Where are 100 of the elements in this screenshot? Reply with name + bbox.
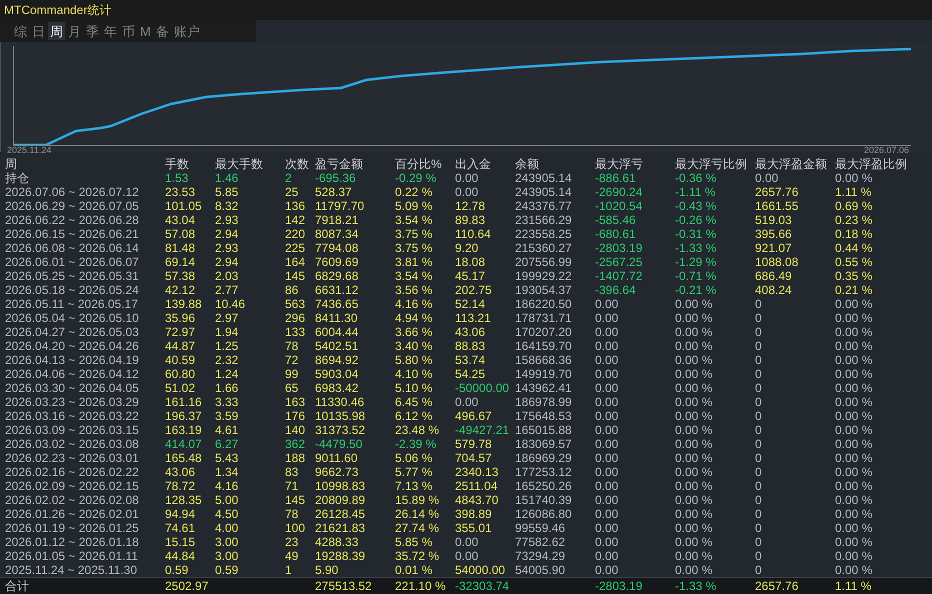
table-cell: 0.00 [595, 410, 618, 422]
table-cell: 0 [755, 522, 762, 534]
table-cell: 15.15 [165, 536, 196, 548]
table-cell: 5402.51 [315, 340, 358, 352]
view-tab[interactable]: 综 [12, 22, 29, 40]
table-cell: 4.61 [215, 424, 238, 436]
table-cell: -0.31 % [675, 228, 716, 240]
table-cell: 99 [285, 368, 298, 380]
table-cell: 704.57 [455, 452, 492, 464]
table-cell: 65 [285, 382, 298, 394]
table-cell: 31373.52 [315, 424, 366, 436]
table-cell: -4479.50 [315, 438, 362, 450]
table-cell: 1.53 [165, 172, 188, 184]
table-cell: 44.87 [165, 340, 196, 352]
table-cell: 2026.06.01 ~ 2026.06.07 [5, 256, 139, 268]
table-cell: 15.89 % [395, 494, 440, 506]
table-cell: 4.16 % [395, 298, 432, 310]
table-cell: 0.59 [165, 564, 188, 576]
table-cell: 0 [755, 312, 762, 324]
table-cell: 165250.26 [515, 480, 572, 492]
table-cell: 72.97 [165, 326, 196, 338]
view-tab[interactable]: 月 [66, 22, 83, 40]
table-cell: 0.00 [755, 172, 778, 184]
view-tab[interactable]: 日 [30, 22, 47, 40]
table-cell: 18.08 [455, 256, 486, 268]
table-cell: -1020.54 [595, 200, 642, 212]
table-cell: 164159.70 [515, 340, 572, 352]
table-cell: -0.43 % [675, 200, 716, 212]
table-cell: 0.00 [455, 186, 478, 198]
table-cell: 143962.41 [515, 382, 572, 394]
table-cell: 0.35 % [835, 270, 872, 282]
table-cell: 25 [285, 186, 298, 198]
table-cell: 2657.76 [755, 580, 798, 592]
table-cell: 53.74 [455, 354, 486, 366]
table-cell: 0.00 [595, 550, 618, 562]
table-cell: 2.97 [215, 312, 238, 324]
table-cell: 0.00 % [835, 550, 872, 562]
table-cell: 101.05 [165, 200, 202, 212]
view-tab[interactable]: 币 [120, 22, 137, 40]
table-cell: 0.00 % [835, 424, 872, 436]
table-cell: 0 [755, 368, 762, 380]
table-cell: 6983.42 [315, 382, 358, 394]
table-cell: 3.59 [215, 410, 238, 422]
table-cell: 8087.34 [315, 228, 358, 240]
table-cell: 1.11 % [835, 186, 872, 198]
table-cell: 2026.06.15 ~ 2026.06.21 [5, 228, 139, 240]
table-cell: 0.00 [595, 466, 618, 478]
table-cell: 0 [755, 382, 762, 394]
view-tab[interactable]: 账户 [172, 22, 202, 40]
table-cell: 151740.39 [515, 494, 572, 506]
table-cell: 1088.08 [755, 256, 798, 268]
table-cell: -2803.19 [595, 580, 642, 592]
table-cell: 7918.21 [315, 214, 358, 226]
table-cell: 202.75 [455, 284, 492, 296]
table-cell: 0.00 [595, 354, 618, 366]
table-cell: 0 [755, 354, 762, 366]
table-cell: 178731.71 [515, 312, 572, 324]
table-cell: 74.61 [165, 522, 196, 534]
table-cell: 0 [755, 452, 762, 464]
table-cell: 496.67 [455, 410, 492, 422]
table-cell: 2 [285, 172, 292, 184]
table-cell: 0 [755, 480, 762, 492]
table-cell: 26128.45 [315, 508, 366, 520]
table-cell: 0.00 % [835, 438, 872, 450]
table-cell: 0.00 % [675, 550, 712, 562]
table-cell: 77582.62 [515, 536, 566, 548]
table-cell: 0.00 % [835, 466, 872, 478]
table-cell: 215360.27 [515, 242, 572, 254]
view-tab[interactable]: 周 [48, 22, 65, 40]
table-cell: 2657.76 [755, 186, 798, 198]
table-cell: 5.85 % [395, 536, 432, 548]
table-cell: 6.45 % [395, 396, 432, 408]
table-cell: 4.10 % [395, 368, 432, 380]
table-cell: 4288.33 [315, 536, 358, 548]
view-tab[interactable]: M [138, 22, 153, 40]
view-tab[interactable]: 年 [102, 22, 119, 40]
table-cell: 4.94 % [395, 312, 432, 324]
table-cell: 0.00 [595, 298, 618, 310]
table-cell: 35.72 % [395, 550, 440, 562]
table-cell: 0.00 % [675, 452, 712, 464]
table-cell: -585.46 [595, 214, 636, 226]
table-cell: 2.93 [215, 242, 238, 254]
table-cell: 0 [755, 340, 762, 352]
table-cell: 1.25 [215, 340, 238, 352]
table-cell: 0.00 % [835, 410, 872, 422]
table-cell: 0.55 % [835, 256, 872, 268]
table-cell: -2.39 % [395, 438, 436, 450]
column-header: 盈亏金额 [315, 158, 364, 170]
table-cell: -1.29 % [675, 256, 716, 268]
table-cell: 0.00 % [675, 396, 712, 408]
table-cell: -50000.00 [455, 382, 510, 394]
table-cell: 57.08 [165, 228, 196, 240]
view-tab[interactable]: 季 [84, 22, 101, 40]
table-cell: 176 [285, 410, 306, 422]
table-cell: 2026.01.26 ~ 2026.02.01 [5, 508, 139, 520]
view-tab[interactable]: 备 [154, 22, 171, 40]
table-cell: 0.00 % [675, 424, 712, 436]
table-cell: 0.00 [595, 424, 618, 436]
table-cell: 355.01 [455, 522, 492, 534]
table-cell: 2026.03.23 ~ 2026.03.29 [5, 396, 139, 408]
